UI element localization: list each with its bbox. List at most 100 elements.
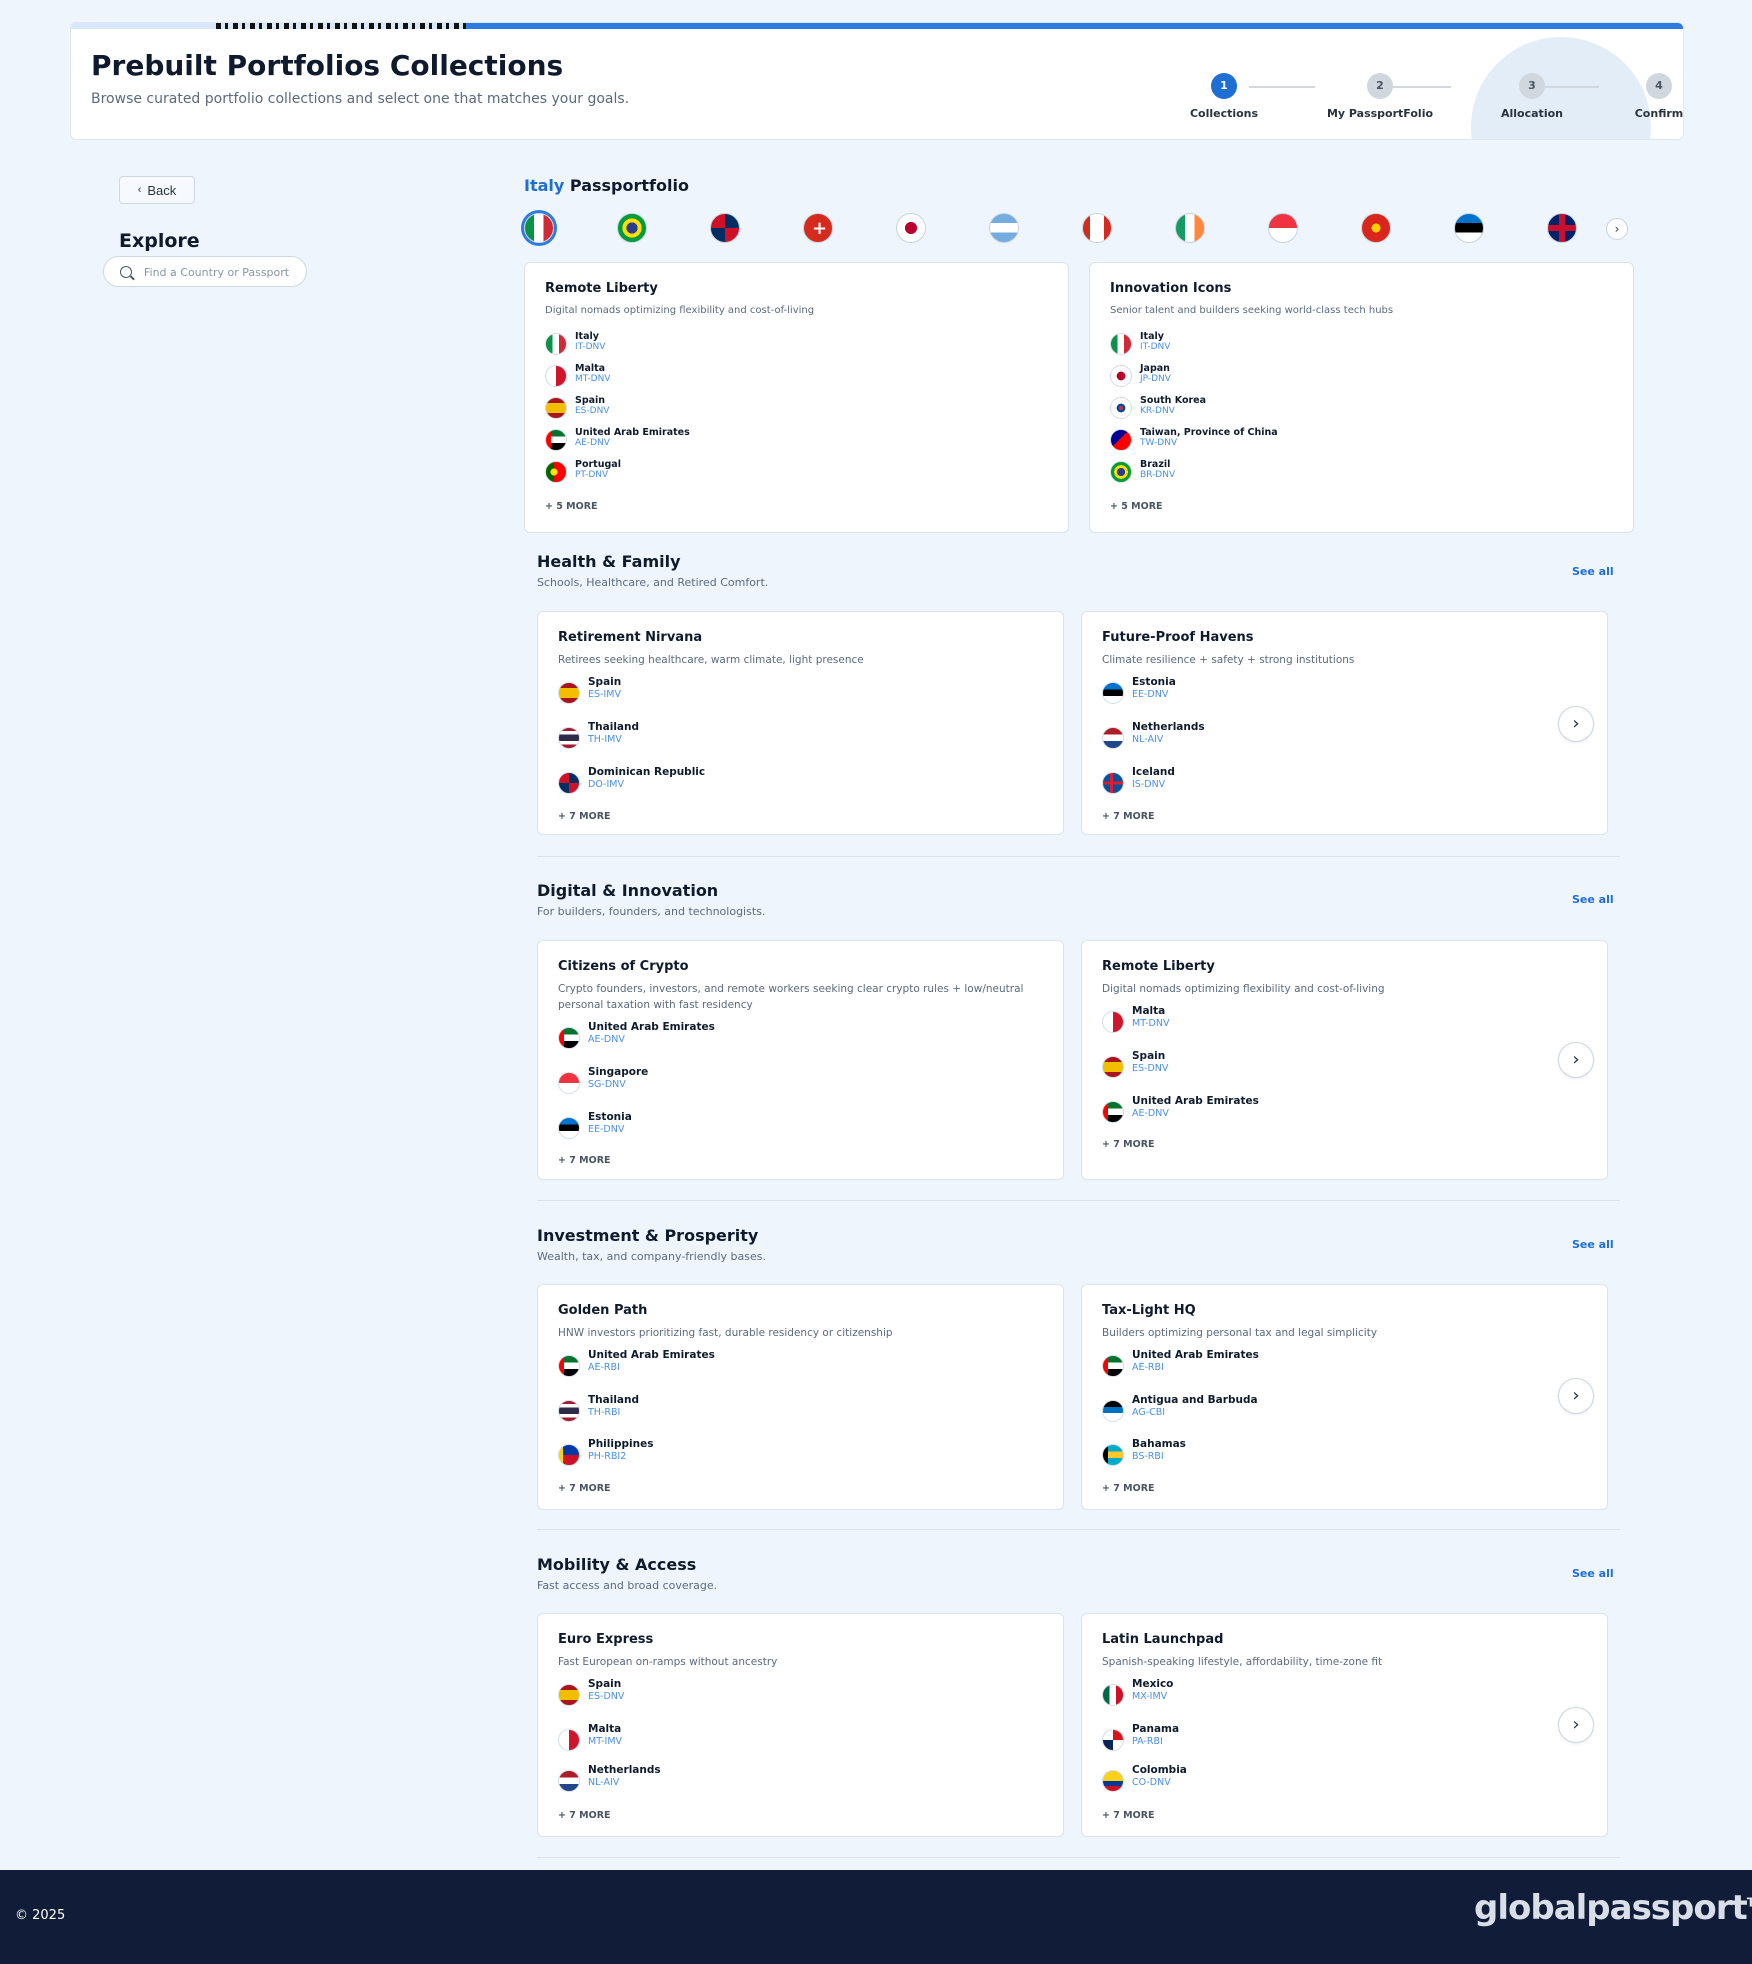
country-name: Antigua and Barbuda <box>1132 1394 1258 1406</box>
carousel-next-button[interactable]: › <box>1558 1042 1594 1078</box>
card-title: Retirement Nirvana <box>558 630 703 645</box>
argentina-flag-icon[interactable] <box>989 213 1019 243</box>
collection-card[interactable]: Citizens of Crypto Crypto founders, inve… <box>537 940 1064 1180</box>
page-header: Prebuilt Portfolios Collections Browse c… <box>70 22 1684 140</box>
uae-flag-icon <box>558 1027 580 1049</box>
dominican-republic-flag-icon[interactable] <box>710 213 740 243</box>
collection-card[interactable]: Euro Express Fast European on-ramps with… <box>537 1613 1064 1837</box>
country-name: Netherlands <box>1132 721 1205 733</box>
section-divider <box>537 1857 1620 1858</box>
vietnam-flag-icon[interactable] <box>1361 213 1391 243</box>
country-code: EE-DNV <box>1132 689 1169 700</box>
dominican-republic-flag-icon <box>558 772 580 794</box>
country-name: Portugal <box>575 459 621 470</box>
section-title: Health & Family <box>537 552 681 571</box>
see-all-link[interactable]: See all <box>1572 565 1614 578</box>
collection-card[interactable]: Future-Proof Havens Climate resilience +… <box>1081 611 1608 835</box>
see-all-link[interactable]: See all <box>1572 893 1614 906</box>
card-title: Golden Path <box>558 1303 648 1318</box>
passportfolio-country: Italy <box>524 176 565 195</box>
step-collections[interactable]: 1 Collections <box>1169 73 1279 120</box>
more-count[interactable]: + 7 MORE <box>1102 1139 1155 1150</box>
country-code: AE-RBI <box>1132 1362 1164 1373</box>
collection-card[interactable]: Innovation Icons Senior talent and build… <box>1089 262 1634 533</box>
progress-pattern <box>216 23 466 29</box>
collection-card[interactable]: Latin Launchpad Spanish-speaking lifesty… <box>1081 1613 1608 1837</box>
canada-flag-icon[interactable] <box>1082 213 1112 243</box>
step-my-passportfolio[interactable]: 2 My PassportFolio <box>1325 73 1435 120</box>
step-number: 4 <box>1646 73 1672 99</box>
malta-flag-icon <box>545 365 567 387</box>
ireland-flag-icon[interactable] <box>1175 213 1205 243</box>
more-count[interactable]: + 5 MORE <box>1110 501 1163 512</box>
country-name: Italy <box>1140 331 1164 342</box>
japan-flag-icon[interactable] <box>896 213 926 243</box>
step-label: My PassportFolio <box>1326 107 1434 120</box>
singapore-flag-icon[interactable] <box>1268 213 1298 243</box>
country-name: Malta <box>1132 1005 1166 1017</box>
netherlands-flag-icon <box>558 1770 580 1792</box>
more-count[interactable]: + 5 MORE <box>545 501 598 512</box>
more-count[interactable]: + 7 MORE <box>558 1483 611 1494</box>
flag-strip-next-button[interactable]: › <box>1606 218 1628 240</box>
see-all-link[interactable]: See all <box>1572 1238 1614 1251</box>
card-title: Tax-Light HQ <box>1102 1303 1196 1318</box>
country-code: PA-RBI <box>1132 1736 1163 1747</box>
more-count[interactable]: + 7 MORE <box>558 1155 611 1166</box>
country-flag-strip: + › <box>524 211 1634 247</box>
country-name: Estonia <box>588 1111 632 1123</box>
brazil-flag-icon[interactable] <box>617 213 647 243</box>
estonia-flag-icon <box>1102 682 1124 704</box>
bahamas-flag-icon <box>1102 1444 1124 1466</box>
country-name: Colombia <box>1132 1764 1187 1776</box>
country-code: IT-DNV <box>575 342 606 352</box>
country-name: Taiwan, Province of China <box>1140 427 1278 438</box>
globalpassport-logo[interactable]: globalpassportTM <box>1474 1888 1752 1928</box>
see-all-link[interactable]: See all <box>1572 1567 1614 1580</box>
more-count[interactable]: + 7 MORE <box>558 1810 611 1821</box>
country-name: Spain <box>588 676 622 688</box>
uae-flag-icon <box>545 429 567 451</box>
collection-card[interactable]: Remote Liberty Digital nomads optimizing… <box>524 262 1069 533</box>
collection-card[interactable]: Tax-Light HQ Builders optimizing persona… <box>1081 1284 1608 1510</box>
country-code: AE-DNV <box>575 438 610 448</box>
country-name: Thailand <box>588 1394 639 1406</box>
carousel-next-button[interactable]: › <box>1558 1378 1594 1414</box>
card-title: Remote Liberty <box>545 281 658 296</box>
section-subtitle: Wealth, tax, and company-friendly bases. <box>537 1250 766 1263</box>
search-input[interactable] <box>144 263 302 281</box>
step-allocation[interactable]: 3 Allocation <box>1477 73 1587 120</box>
more-count[interactable]: + 7 MORE <box>1102 811 1155 822</box>
italy-flag-icon[interactable] <box>524 213 554 243</box>
card-title: Citizens of Crypto <box>558 959 689 974</box>
country-name: Italy <box>575 331 599 342</box>
uae-flag-icon <box>558 1355 580 1377</box>
uae-flag-icon <box>1102 1101 1124 1123</box>
collection-card[interactable]: Remote Liberty Digital nomads optimizing… <box>1081 940 1608 1180</box>
united-kingdom-flag-icon[interactable] <box>1547 213 1577 243</box>
more-count[interactable]: + 7 MORE <box>1102 1483 1155 1494</box>
country-name: United Arab Emirates <box>1132 1349 1259 1361</box>
back-button[interactable]: ‹ Back <box>119 176 195 204</box>
japan-flag-icon <box>1110 365 1132 387</box>
section-divider <box>537 1200 1620 1201</box>
switzerland-flag-icon[interactable]: + <box>803 213 833 243</box>
more-count[interactable]: + 7 MORE <box>558 811 611 822</box>
search-box[interactable] <box>103 256 307 287</box>
more-count[interactable]: + 7 MORE <box>1102 1810 1155 1821</box>
estonia-flag-icon[interactable] <box>1454 213 1484 243</box>
country-code: MT-DNV <box>1132 1018 1170 1029</box>
collection-card[interactable]: Golden Path HNW investors prioritizing f… <box>537 1284 1064 1510</box>
step-confirm[interactable]: 4 Confirm <box>1604 73 1683 120</box>
spain-flag-icon <box>1102 1056 1124 1078</box>
spain-flag-icon <box>558 1684 580 1706</box>
country-code: ES-DNV <box>575 406 610 416</box>
antigua-flag-icon <box>1102 1400 1124 1422</box>
card-description: Crypto founders, investors, and remote w… <box>558 983 1024 1011</box>
carousel-next-button[interactable]: › <box>1558 1707 1594 1743</box>
country-name: Brazil <box>1140 459 1171 470</box>
estonia-flag-icon <box>558 1117 580 1139</box>
collection-card[interactable]: Retirement Nirvana Retirees seeking heal… <box>537 611 1064 835</box>
carousel-next-button[interactable]: › <box>1558 706 1594 742</box>
step-number: 2 <box>1367 73 1393 99</box>
